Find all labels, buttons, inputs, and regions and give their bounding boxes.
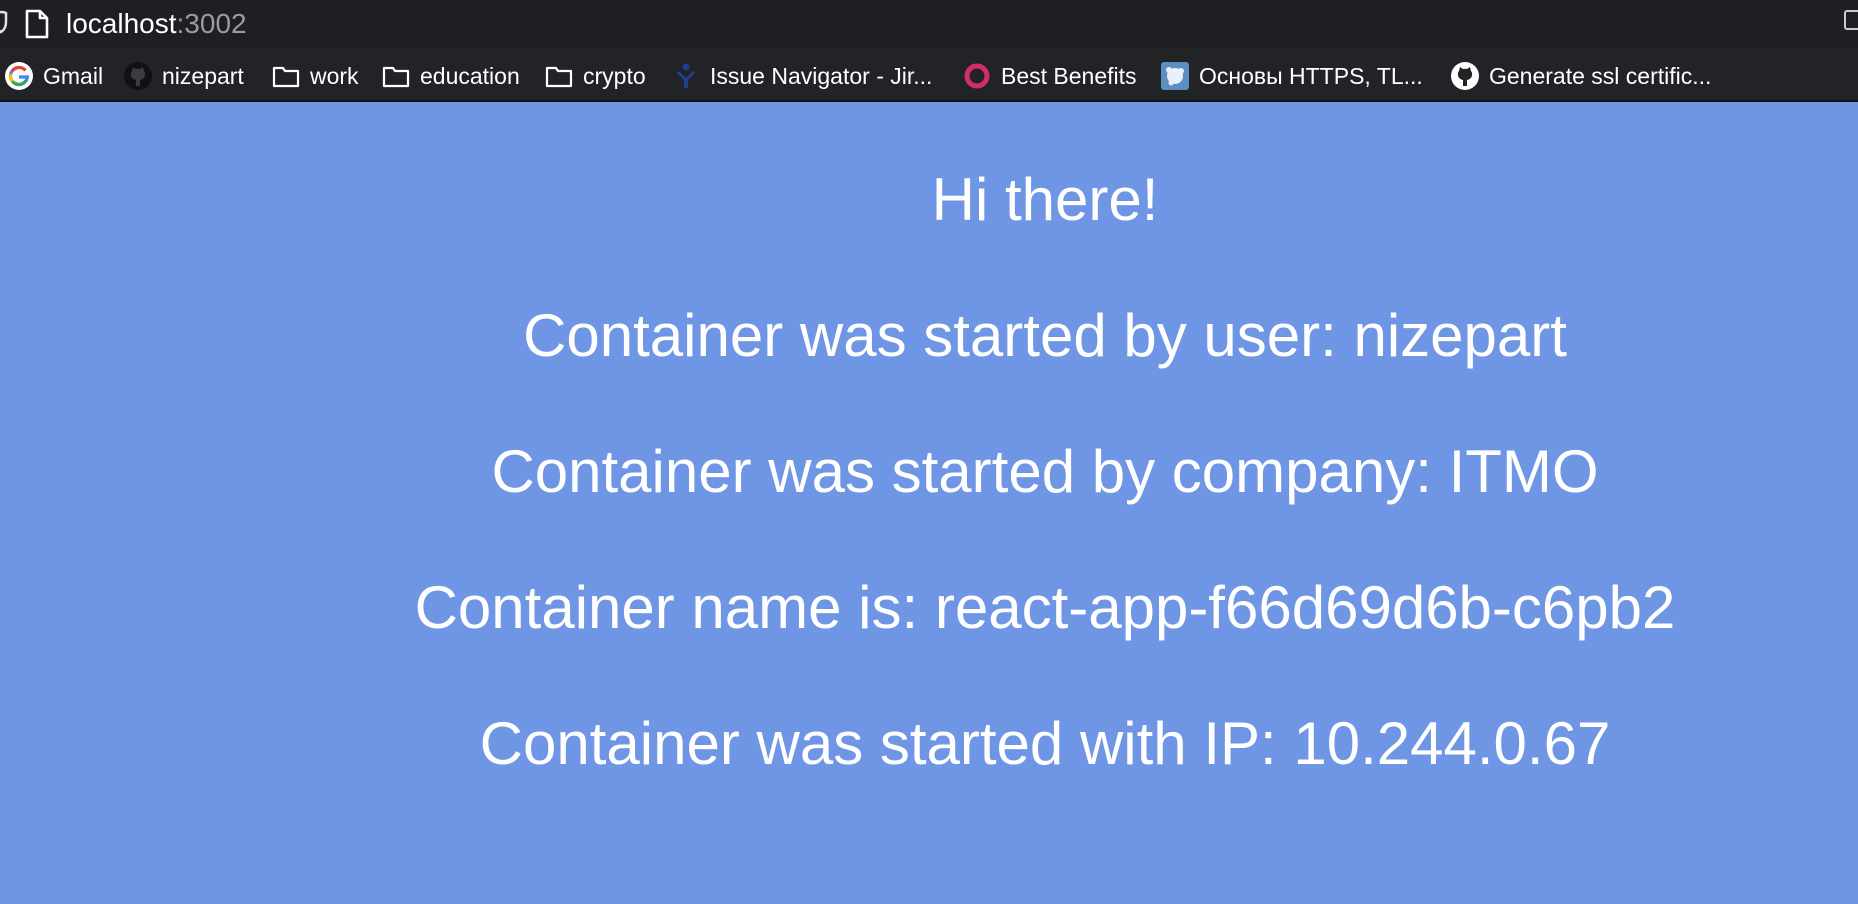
bookmark-crypto[interactable]: crypto [544, 60, 646, 92]
bookmark-label: Gmail [43, 62, 104, 89]
user-line: Container was started by user: nizepart [523, 302, 1567, 369]
url-host: localhost [66, 8, 177, 39]
bookmark-issue-navigator[interactable]: Issue Navigator - Jir... [671, 60, 932, 92]
bookmark-label: Issue Navigator - Jir... [710, 62, 933, 89]
bookmark-generate-ssl[interactable]: Generate ssl certific... [1450, 60, 1711, 92]
shield-icon [0, 10, 8, 34]
folder-icon [544, 61, 574, 91]
bookmarks-bar: Gmail nizepart work education crypto Iss… [0, 48, 1858, 102]
bookmark-gmail[interactable]: Gmail [4, 60, 103, 92]
bookmark-label: education [420, 62, 520, 89]
site-favicon-icon [1160, 61, 1190, 91]
jira-icon [671, 61, 701, 91]
folder-icon [381, 61, 411, 91]
bookmark-label: Основы HTTPS, TL... [1199, 62, 1423, 89]
google-icon [4, 61, 34, 91]
bookmark-education[interactable]: education [381, 60, 520, 92]
ip-line: Container was started with IP: 10.244.0.… [479, 710, 1611, 777]
best-benefits-icon [962, 61, 992, 91]
greeting-heading: Hi there! [931, 166, 1159, 233]
page-icon [25, 9, 49, 39]
bookmark-label: nizepart [162, 62, 244, 89]
bookmark-work[interactable]: work [271, 60, 359, 92]
bookmark-nizepart[interactable]: nizepart [123, 60, 244, 92]
bookmark-label: Generate ssl certific... [1489, 62, 1712, 89]
container-name-line: Container name is: react-app-f66d69d6b-c… [414, 574, 1676, 641]
folder-icon [271, 61, 301, 91]
bookmark-label: work [310, 62, 359, 89]
company-line: Container was started by company: ITMO [491, 438, 1599, 505]
url-field[interactable]: localhost:3002 [66, 6, 247, 42]
github-icon [123, 61, 153, 91]
bookmark-label: crypto [583, 62, 646, 89]
address-bar[interactable]: localhost:3002 [0, 0, 1858, 48]
url-port: :3002 [176, 8, 247, 39]
extension-icon[interactable] [1844, 10, 1858, 30]
bookmark-best-benefits[interactable]: Best Benefits [962, 60, 1137, 92]
bookmark-label: Best Benefits [1001, 62, 1137, 89]
page-content: Hi there! Container was started by user:… [0, 102, 1858, 904]
github-icon [1450, 61, 1480, 91]
bookmark-https-basics[interactable]: Основы HTTPS, TL... [1160, 60, 1423, 92]
